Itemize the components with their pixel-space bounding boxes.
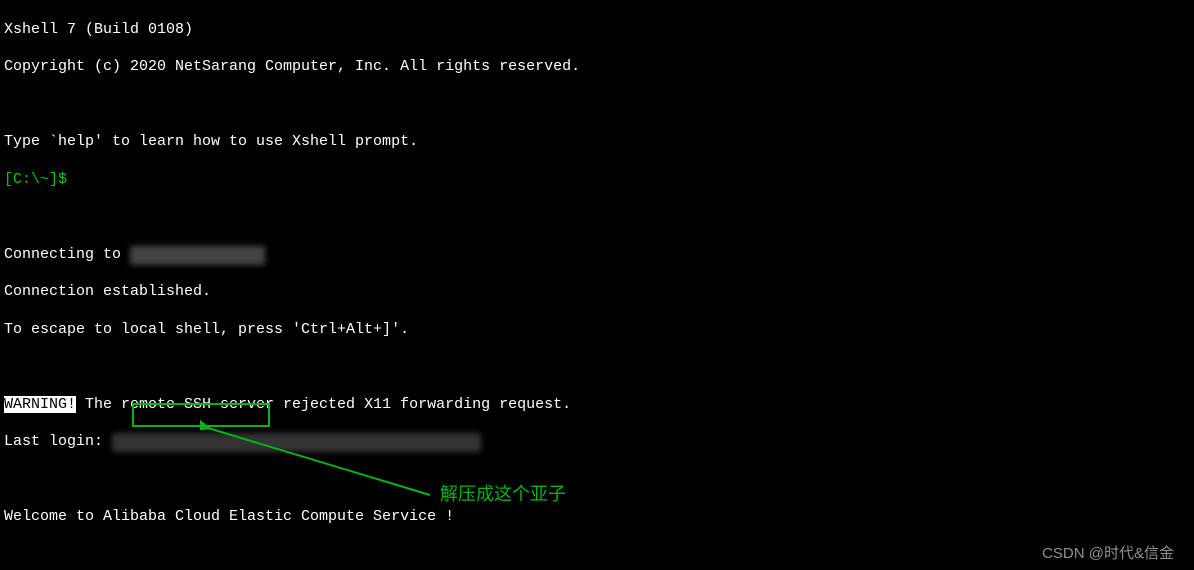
annotation-text: 解压成这个亚子 bbox=[440, 483, 566, 506]
last-login-redacted: xxx xxx xx xx:xx:xx xxxx from xxx.xxx.xx… bbox=[112, 433, 481, 452]
help-hint: Type `help' to learn how to use Xshell p… bbox=[4, 133, 1190, 152]
warning-message: The remote SSH server rejected X11 forwa… bbox=[76, 396, 571, 413]
escape-hint: To escape to local shell, press 'Ctrl+Al… bbox=[4, 321, 1190, 340]
welcome-line: Welcome to Alibaba Cloud Elastic Compute… bbox=[4, 508, 1190, 527]
product-line: Xshell 7 (Build 0108) bbox=[4, 21, 1190, 40]
last-login-label: Last login: bbox=[4, 433, 112, 450]
terminal-output[interactable]: Xshell 7 (Build 0108) Copyright (c) 2020… bbox=[0, 0, 1194, 570]
watermark: CSDN @时代&信金 bbox=[1042, 545, 1174, 564]
copyright-line: Copyright (c) 2020 NetSarang Computer, I… bbox=[4, 58, 1190, 77]
local-prompt: [C:\~]$ bbox=[4, 171, 76, 188]
connection-established: Connection established. bbox=[4, 283, 1190, 302]
warning-label: WARNING! bbox=[4, 396, 76, 413]
connecting-label: Connecting to bbox=[4, 246, 130, 263]
connecting-host-redacted: xxx.xxx.xxx.xxx bbox=[130, 246, 265, 265]
